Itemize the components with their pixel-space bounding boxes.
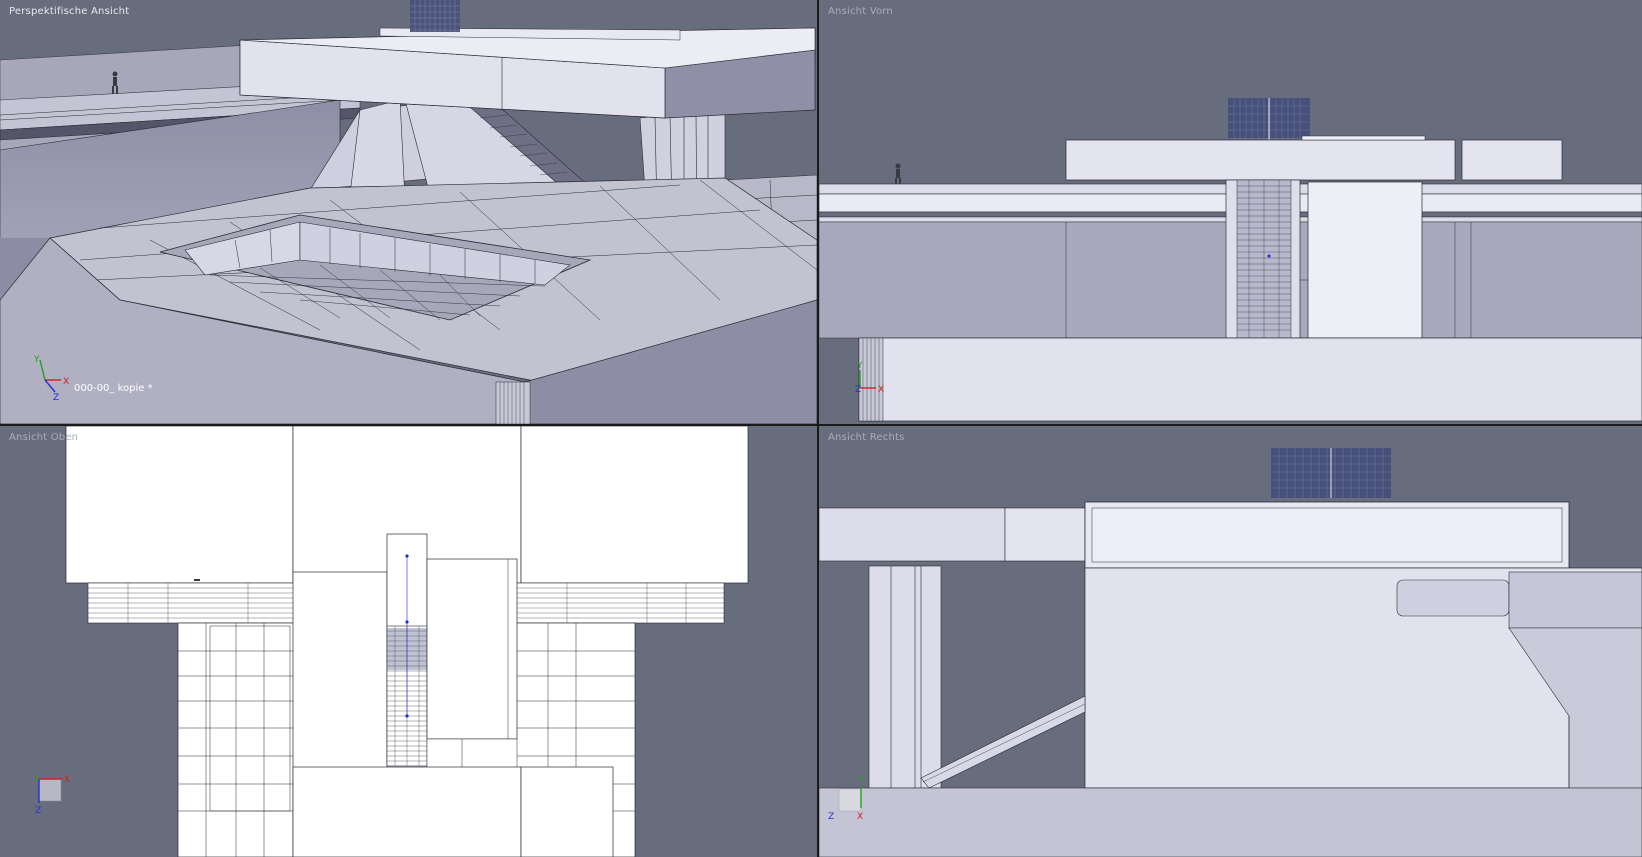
viewport-splitter-vertical[interactable] — [817, 0, 819, 857]
axis-y-label: Y — [33, 775, 40, 785]
axis-x-label: X — [64, 775, 70, 785]
perspective-model — [0, 0, 817, 424]
axis-z-label: Z — [828, 812, 834, 822]
viewport-title: Ansicht Oben — [9, 432, 79, 443]
cad-window: Perspektifische Ansicht 000-00_ kopie * … — [0, 0, 1642, 857]
axis-y-label: Y — [857, 776, 864, 786]
right-model: Y Z X — [819, 448, 1642, 857]
viewport-front[interactable]: X Y Z Ansicht Vorn — [819, 0, 1642, 424]
human-figure-icon — [895, 163, 901, 184]
axis-triad-icon — [38, 778, 62, 803]
axis-z-label: Z — [35, 806, 41, 816]
viewport-perspective[interactable]: Perspektifische Ansicht 000-00_ kopie * … — [0, 0, 817, 424]
top-model: X Y Z — [33, 426, 749, 857]
axis-z-label: Z — [855, 385, 861, 395]
axis-x-label: X — [857, 812, 863, 822]
axis-y-label: Y — [856, 361, 863, 371]
axis-x-label: X — [878, 385, 884, 395]
viewport-right[interactable]: Y Z X Ansicht Rechts — [819, 426, 1642, 857]
viewport-title: Ansicht Rechts — [828, 432, 905, 443]
viewport-title: Ansicht Vorn — [828, 6, 893, 17]
model-file-name: 000-00_ kopie * — [74, 383, 153, 394]
viewport-top[interactable]: X Y Z Ansicht Oben — [0, 426, 817, 857]
viewport-splitter-horizontal[interactable] — [0, 424, 1642, 426]
viewport-title: Perspektifische Ansicht — [9, 6, 130, 17]
front-model: X Y Z — [819, 98, 1642, 422]
axis-triad-icon — [838, 786, 862, 812]
